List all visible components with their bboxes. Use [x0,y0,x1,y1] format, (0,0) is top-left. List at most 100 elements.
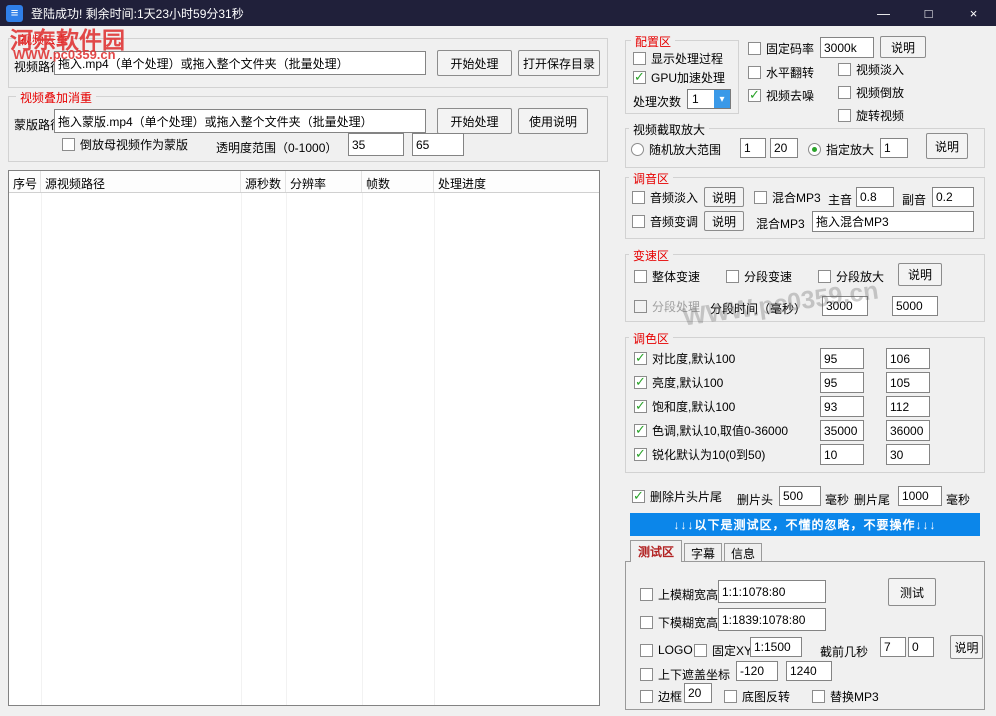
checkbox-box[interactable] [838,109,851,122]
col-header-seconds[interactable]: 源秒数 [241,171,286,192]
cover-coords-checkbox[interactable]: 上下遮盖坐标 [640,666,730,682]
mix-mp3-path-input[interactable] [812,211,974,232]
video-rotate-checkbox[interactable]: 旋转视频 [838,107,904,123]
bitrate-help-button[interactable]: 说明 [880,36,926,58]
checkbox-box[interactable] [838,86,851,99]
video-list-table[interactable]: 序号 源视频路径 源秒数 分辨率 帧数 处理进度 [8,170,600,706]
brightness-min-input[interactable] [820,372,864,393]
tab-subtitle[interactable]: 字幕 [684,543,722,562]
brightness-checkbox[interactable]: 亮度,默认100 [634,374,723,390]
video-reverse-checkbox[interactable]: 视频倒放 [838,84,904,100]
video-path-input[interactable] [54,51,426,75]
opacity-max-input[interactable] [412,133,464,156]
trim-checkbox[interactable]: 删除片头片尾 [632,488,722,504]
mask-path-input[interactable] [54,109,426,133]
minimize-button[interactable]: — [861,0,906,26]
segment-time-min-input[interactable] [822,296,868,316]
col-header-resolution[interactable]: 分辨率 [286,171,362,192]
segment-zoom-checkbox[interactable]: 分段放大 [818,268,884,284]
process-times-select[interactable]: 1 ▾ [687,89,731,109]
app-menu-icon[interactable]: ≡ [6,5,23,22]
checkbox-box[interactable] [640,668,653,681]
checkbox-box[interactable] [748,42,761,55]
fixed-zoom-input[interactable] [880,138,908,158]
brightness-max-input[interactable] [886,372,930,393]
checkbox-box[interactable] [748,89,761,102]
checkbox-box[interactable] [634,400,647,413]
bitrate-input[interactable] [820,37,874,58]
checkbox-box[interactable] [632,215,645,228]
checkbox-box[interactable] [838,63,851,76]
checkbox-box[interactable] [640,690,653,703]
checkbox-box[interactable] [634,300,647,313]
checkbox-box[interactable] [748,66,761,79]
test-button[interactable]: 测试 [888,578,936,606]
hue-min-input[interactable] [820,420,864,441]
checkbox-box[interactable] [640,588,653,601]
audio-pitch-checkbox[interactable]: 音频变调 [632,213,698,229]
fixed-zoom-radio[interactable]: 指定放大 [808,141,874,157]
saturation-checkbox[interactable]: 饱和度,默认100 [634,398,735,414]
checkbox-box[interactable] [634,270,647,283]
col-header-path[interactable]: 源视频路径 [41,171,241,192]
checkbox-box[interactable] [726,270,739,283]
checkbox-box[interactable] [632,191,645,204]
checkbox-box[interactable] [640,644,653,657]
zoom-help-button[interactable]: 说明 [926,133,968,159]
video-fadein-checkbox[interactable]: 视频淡入 [838,61,904,77]
checkbox-box[interactable] [694,644,707,657]
audio-fadein-help-button[interactable]: 说明 [704,187,744,207]
whole-speed-checkbox[interactable]: 整体变速 [634,268,700,284]
top-blur-checkbox[interactable]: 上模糊宽高 [640,586,718,602]
segment-speed-checkbox[interactable]: 分段变速 [726,268,792,284]
gpu-accel-checkbox[interactable]: GPU加速处理 [633,69,725,85]
open-save-dir-button[interactable]: 打开保存目录 [518,50,600,76]
checkbox-box[interactable] [634,376,647,389]
checkbox-box[interactable] [62,138,75,151]
opacity-min-input[interactable] [348,133,404,156]
show-process-checkbox[interactable]: 显示处理过程 [633,50,723,66]
overlay-start-button[interactable]: 开始处理 [437,108,512,134]
radio-circle[interactable] [631,143,644,156]
border-checkbox[interactable]: 边框 [640,688,682,704]
random-zoom-radio[interactable]: 随机放大范围 [631,141,721,157]
reverse-mask-checkbox[interactable]: 倒放母视频作为蒙版 [62,136,188,152]
col-header-progress[interactable]: 处理进度 [434,171,599,192]
checkbox-box[interactable] [633,71,646,84]
fixed-xy-checkbox[interactable]: 固定XY [694,642,752,658]
checkbox-box[interactable] [754,191,767,204]
checkbox-box[interactable] [634,352,647,365]
cut-seconds-input-1[interactable] [880,637,906,657]
checkbox-box[interactable] [634,424,647,437]
saturation-min-input[interactable] [820,396,864,417]
speed-help-button[interactable]: 说明 [898,263,942,286]
cover-coord-input-2[interactable] [786,661,832,681]
checkbox-box[interactable] [632,490,645,503]
tab-test[interactable]: 测试区 [630,540,682,562]
checkbox-box[interactable] [818,270,831,283]
cover-coord-input-1[interactable] [736,661,778,681]
cut-seconds-input-2[interactable] [908,637,934,657]
flip-bg-checkbox[interactable]: 底图反转 [724,688,790,704]
tab-info[interactable]: 信息 [724,543,762,562]
bottom-blur-input[interactable] [718,608,826,631]
sharpen-min-input[interactable] [820,444,864,465]
checkbox-box[interactable] [812,690,825,703]
checkbox-box[interactable] [634,448,647,461]
checkbox-box[interactable] [640,616,653,629]
top-blur-input[interactable] [718,580,826,603]
overlay-help-button[interactable]: 使用说明 [518,108,588,134]
maximize-button[interactable]: □ [906,0,951,26]
sub-volume-input[interactable] [932,187,974,207]
saturation-max-input[interactable] [886,396,930,417]
border-input[interactable] [684,683,712,703]
main-volume-input[interactable] [856,187,894,207]
col-header-index[interactable]: 序号 [9,171,41,192]
hue-checkbox[interactable]: 色调,默认10,取值0-36000 [634,422,788,438]
hflip-checkbox[interactable]: 水平翻转 [748,64,814,80]
logo-help-button[interactable]: 说明 [950,635,983,659]
audio-fadein-checkbox[interactable]: 音频淡入 [632,189,698,205]
sharpen-checkbox[interactable]: 锐化默认为10(0到50) [634,446,765,462]
random-zoom-min-input[interactable] [740,138,766,158]
segment-process-checkbox[interactable]: 分段处理 [634,298,700,314]
